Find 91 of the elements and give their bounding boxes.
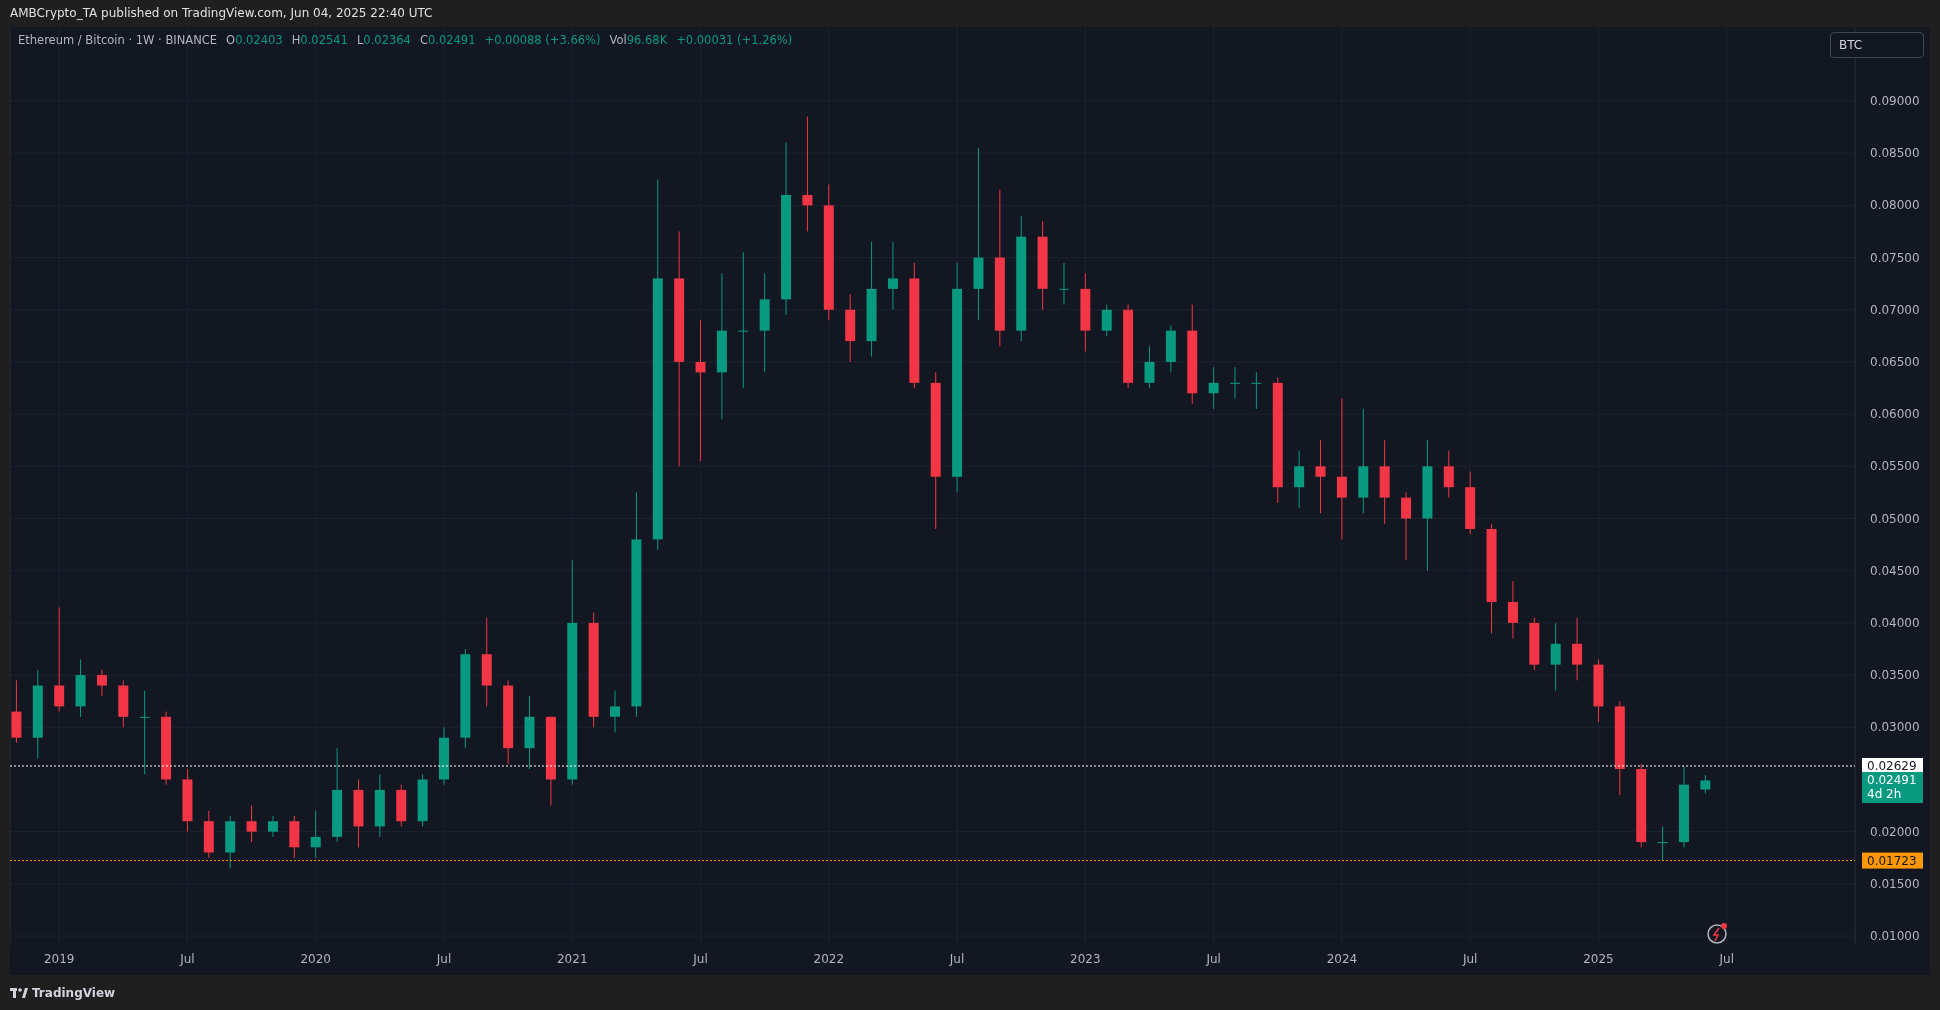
last-price-value: 0.02491: [1867, 773, 1918, 788]
ref-line-label: 0.01723: [1867, 853, 1917, 868]
time-axis-label: 2023: [1070, 952, 1101, 966]
candle: [845, 293, 856, 363]
candle: [1230, 366, 1240, 399]
ohlc-value: 0.02403: [235, 33, 283, 47]
candle: [1700, 774, 1711, 795]
price-axis-label: 0.07000: [1870, 302, 1920, 317]
candle: [887, 241, 898, 311]
candle: [1294, 450, 1305, 509]
ohlc-label: H: [291, 33, 301, 47]
candle: [417, 773, 428, 827]
candle: [118, 679, 129, 728]
time-axis-label: 2022: [813, 952, 845, 966]
price-axis-label: 0.07500: [1870, 250, 1920, 265]
candle: [1144, 345, 1155, 389]
ohlc-value: 0.02491: [427, 33, 476, 47]
candle: [267, 815, 278, 838]
price-axis-label: 0.05000: [1870, 511, 1920, 526]
price-axis-label: 0.08000: [1870, 198, 1920, 213]
candle: [1572, 617, 1583, 681]
price-axis-label: 0.01500: [1870, 876, 1920, 891]
candle: [225, 815, 236, 869]
candle: [1251, 371, 1262, 410]
candle: [182, 768, 193, 833]
price-tag: 0.01723: [1862, 852, 1923, 869]
candle: [439, 726, 449, 786]
price-axis-label: 0.01000: [1870, 929, 1920, 943]
price-axis-label: 0.06500: [1870, 354, 1920, 369]
candle: [1657, 825, 1668, 862]
time-axis-label: Jul: [1462, 952, 1478, 966]
candle: [246, 805, 257, 843]
candle: [1465, 471, 1476, 535]
candle: [1401, 491, 1412, 561]
price-axis-label: 0.08500: [1870, 146, 1920, 161]
price-axis-label: 0.06000: [1870, 407, 1920, 422]
time-axis-label: Jul: [693, 952, 708, 966]
candle: [1165, 324, 1176, 373]
candle: [289, 815, 300, 859]
time-axis-label: Jul: [1719, 952, 1734, 966]
price-tag: 0.02629: [1862, 758, 1923, 774]
time-axis-label: 2019: [43, 952, 75, 966]
time-axis-label: 2024: [1326, 952, 1358, 966]
candle: [1101, 304, 1112, 337]
time-axis-label: Jul: [180, 952, 195, 966]
candle: [610, 690, 620, 733]
price-axis-label: 0.04500: [1870, 563, 1920, 578]
time-axis-label: 2021: [557, 952, 588, 966]
ohlc-label: O: [226, 33, 236, 47]
price-axis-label: 0.02000: [1870, 824, 1920, 839]
price-axis-label: 0.03000: [1870, 720, 1920, 735]
ref-line-label: 0.02629: [1867, 758, 1917, 773]
ohlc-label: C: [419, 33, 428, 47]
candle: [1443, 450, 1454, 499]
candle: [75, 658, 86, 718]
candle: [310, 810, 321, 859]
price-axis-label: 0.03500: [1870, 668, 1920, 683]
volume-value: 96.68K: [626, 33, 668, 47]
candle: [1550, 622, 1561, 692]
candle: [1593, 658, 1604, 723]
price-axis-label: 0.05500: [1870, 459, 1920, 474]
time-axis-label: 2025: [1583, 952, 1614, 966]
symbol-label: Ethereum / Bitcoin · 1W · BINANCE: [18, 33, 218, 47]
publisher-caption: AMBCrypto_TA published on TradingView.com, Jun 04, 2025 22:40 UTC: [9, 5, 434, 22]
candle: [96, 669, 107, 697]
ohlc-value: 0.02364: [363, 33, 411, 47]
time-axis-label: Jul: [1206, 952, 1221, 966]
countdown-label: 4d 2h: [1867, 787, 1903, 802]
candle: [374, 773, 385, 838]
change-value: +0.00088 (+3.66%): [484, 33, 601, 47]
candle: [11, 679, 22, 744]
currency-button[interactable]: BTC: [1830, 32, 1924, 58]
volume-label: Vol: [609, 33, 627, 47]
logo-text: TradingView: [32, 985, 116, 1000]
time-axis-label: 2020: [300, 952, 331, 966]
ohlc-value: 0.02541: [300, 33, 348, 47]
price-axis-label: 0.09000: [1870, 94, 1920, 108]
candle: [1059, 262, 1069, 306]
candle: [1208, 366, 1219, 410]
candle: [353, 778, 364, 848]
price-axis-label: 0.04000: [1870, 615, 1920, 630]
candle: [396, 784, 407, 827]
lightning-icon[interactable]: [1707, 923, 1727, 944]
candle: [203, 810, 214, 859]
volume-change-value: +0.00031 (+1.26%): [676, 33, 793, 47]
candle: [1529, 617, 1540, 671]
time-axis-label: Jul: [949, 952, 965, 966]
ohlc-label: L: [356, 33, 364, 47]
tradingview-logo-icon: [10, 986, 28, 999]
time-axis-label: Jul: [436, 952, 452, 966]
candle: [1507, 580, 1518, 640]
